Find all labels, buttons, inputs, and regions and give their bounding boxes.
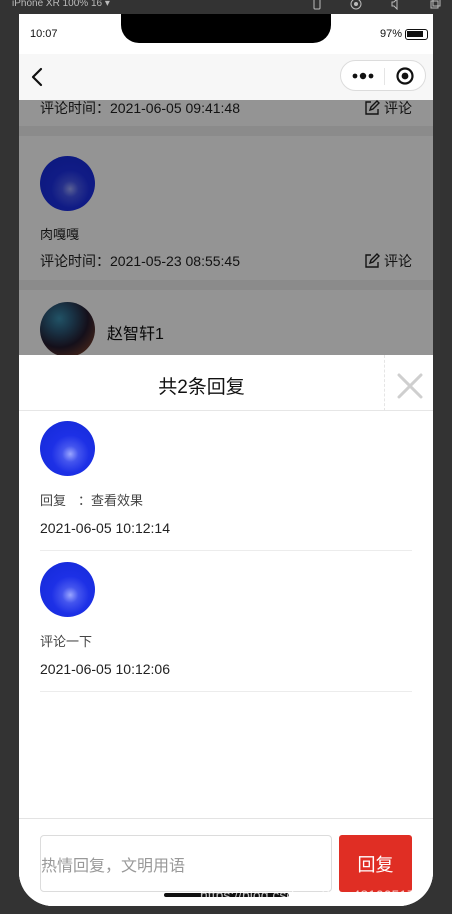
- sheet-title: 共2条回复: [158, 377, 245, 398]
- speaker-icon[interactable]: [390, 0, 402, 10]
- target-icon[interactable]: [396, 67, 414, 85]
- close-button[interactable]: [384, 355, 433, 411]
- close-icon: [397, 373, 423, 399]
- reply-date: 2021-06-05 10:12:06: [40, 661, 170, 677]
- record-icon[interactable]: [350, 0, 362, 10]
- reply-content: 评论一下: [40, 634, 93, 649]
- chevron-left-icon[interactable]: [27, 66, 49, 88]
- modal-overlay[interactable]: [19, 100, 433, 355]
- notch: [121, 14, 331, 43]
- reply-sheet: 共2条回复 ㅤ 回复ㅤ：查看效果 2021-06-05 10:12:14 ㅤ 评…: [19, 355, 433, 906]
- battery-percent: 97%: [379, 28, 402, 40]
- watermark: https://blog.csdn.net/qq_48100517: [200, 887, 415, 903]
- mini-program-capsule: [340, 60, 426, 91]
- user-name: ㅤ: [107, 586, 122, 603]
- reply-item: ㅤ 评论一下 2021-06-05 10:12:06: [40, 562, 412, 692]
- reply-button[interactable]: 回复: [339, 835, 412, 892]
- more-dots-icon[interactable]: [351, 68, 375, 84]
- phone-icon[interactable]: [311, 0, 323, 10]
- comment-list: 评论时间：2021-06-05 09:41:48 评论 ㅤ 肉嘎嘎 评论时间：2…: [19, 100, 433, 355]
- battery-icon: [405, 29, 428, 40]
- devtools-bar: iPhone XR 100% 16 ▾: [0, 0, 452, 14]
- avatar[interactable]: [40, 562, 95, 617]
- reply-input[interactable]: 热情回复，文明用语: [40, 835, 332, 892]
- status-bar: 10:07 97%: [19, 14, 433, 54]
- phone-screen: 10:07 97% 评论时间：2021-06-05 09:41:48 评论 ㅤ …: [19, 14, 433, 906]
- reply-input-placeholder: 热情回复，文明用语: [41, 857, 186, 875]
- reply-item: ㅤ 回复ㅤ：查看效果 2021-06-05 10:12:14: [40, 421, 412, 551]
- sheet-header: 共2条回复: [19, 355, 433, 411]
- copy-icon[interactable]: [430, 0, 442, 10]
- device-label[interactable]: iPhone XR 100% 16 ▾: [12, 0, 110, 9]
- user-name: ㅤ: [107, 445, 122, 462]
- capsule-divider: [384, 68, 385, 85]
- reply-date: 2021-06-05 10:12:14: [40, 520, 170, 536]
- status-time: 10:07: [30, 28, 58, 40]
- avatar[interactable]: [40, 421, 95, 476]
- reply-content: 回复ㅤ：查看效果: [40, 493, 143, 508]
- navigation-bar: [19, 54, 433, 100]
